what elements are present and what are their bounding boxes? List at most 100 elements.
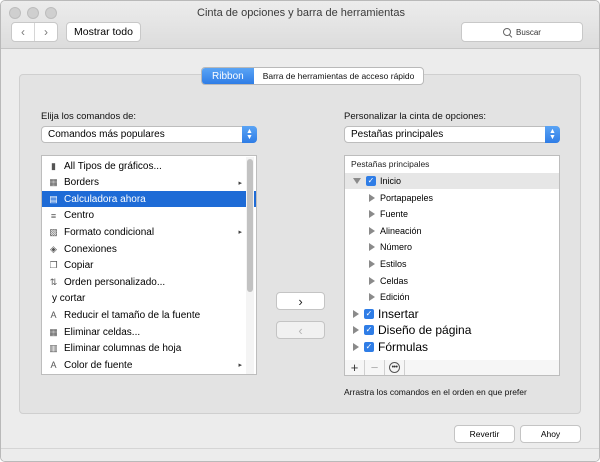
command-label: Orden personalizado...	[64, 276, 166, 288]
ribbon-group-item[interactable]: Edición	[345, 289, 559, 305]
command-item[interactable]: ⇅ Orden personalizado...	[42, 274, 256, 290]
expand-triangle-icon[interactable]	[353, 326, 359, 335]
tree-item-label: Celdas	[380, 275, 409, 286]
command-label: Centro	[64, 210, 95, 222]
show-all-button[interactable]: Mostrar todo	[66, 22, 141, 42]
tab-visibility-checkbox[interactable]: ✓	[366, 176, 376, 186]
customize-ribbon-label: Personalizar la cinta de opciones:	[344, 111, 487, 122]
window-title: Cinta de opciones y barra de herramienta…	[197, 7, 405, 19]
command-label: Eliminar columnas de hoja	[64, 343, 182, 355]
expand-triangle-icon[interactable]	[369, 276, 375, 285]
command-item[interactable]: ❐ Copiar	[42, 258, 256, 274]
sort-icon: ⇅	[49, 276, 58, 287]
collapse-triangle-icon[interactable]	[353, 178, 361, 184]
ribbon-tabs-value: Pestañas principales	[351, 129, 444, 140]
command-item[interactable]: ▮ All Tipos de gráficos...	[42, 158, 256, 174]
tree-item-label: Número	[380, 242, 413, 253]
more-options-button[interactable]: •••	[385, 360, 405, 375]
save-button[interactable]: Ahoy	[520, 425, 581, 443]
ribbon-group-item[interactable]: Alineación	[345, 223, 559, 239]
command-item[interactable]: ▤ Calculadora ahora	[42, 191, 256, 208]
command-item[interactable]: Font Size▸	[42, 374, 256, 375]
command-item[interactable]: ◈ Conexiones	[42, 241, 256, 257]
ribbon-group-item[interactable]: Fuente	[345, 206, 559, 222]
command-item[interactable]: ≡ Centro	[42, 208, 256, 224]
remove-command-button[interactable]: ‹	[276, 321, 325, 339]
tree-item-label: Insertar	[378, 306, 419, 321]
expand-triangle-icon[interactable]	[369, 210, 375, 219]
add-tab-button[interactable]: +	[345, 360, 365, 375]
delete-columns-icon: ▥	[49, 343, 58, 354]
title-bar: Cinta de opciones y barra de herramienta…	[1, 1, 599, 49]
command-label: All Tipos de gráficos...	[64, 160, 162, 172]
expand-triangle-icon[interactable]	[353, 343, 359, 351]
remove-tab-button[interactable]: −	[365, 360, 385, 375]
expand-triangle-icon[interactable]	[369, 226, 375, 235]
command-item[interactable]: A Color de fuente ▸	[42, 357, 256, 373]
align-center-icon: ≡	[50, 210, 57, 221]
command-item[interactable]: y cortar	[42, 291, 256, 307]
command-label: Formato condicional	[64, 226, 155, 238]
search-field[interactable]: Buscar	[461, 22, 583, 42]
command-item[interactable]: ▦ Borders ▸	[42, 175, 256, 191]
submenu-arrow-icon: ▸	[238, 362, 242, 370]
ribbon-tab-item[interactable]: ✓ Diseño de página	[345, 322, 559, 338]
command-label: Borders	[64, 177, 100, 189]
command-item[interactable]: A Reducir el tamaño de la fuente	[42, 307, 256, 323]
tab-quick-access-toolbar[interactable]: Barra de herramientas de acceso rápido	[254, 68, 424, 84]
expand-triangle-icon[interactable]	[369, 260, 375, 268]
tree-item-label: Fuente	[380, 209, 409, 220]
tab-visibility-checkbox[interactable]: ✓	[364, 342, 374, 352]
revert-button[interactable]: Revertir	[454, 425, 515, 443]
borders-icon: ▦	[49, 177, 58, 188]
preferences-window: Cinta de opciones y barra de herramienta…	[0, 0, 600, 462]
commands-source-value: Comandos más populares	[48, 129, 165, 140]
expand-triangle-icon[interactable]	[353, 309, 359, 318]
connections-icon: ◈	[50, 243, 57, 254]
expand-triangle-icon[interactable]	[369, 293, 375, 302]
ribbon-group-item[interactable]: Estilos	[345, 256, 559, 272]
ribbon-tab-item[interactable]: ✓ Insertar	[345, 306, 559, 322]
ribbon-group-item[interactable]: Celdas	[345, 273, 559, 289]
tree-item-label: Inicio	[380, 176, 402, 186]
command-label: y cortar	[52, 293, 86, 305]
nav-buttons: ‹ ›	[11, 22, 58, 42]
tree-item-label: Estilos	[380, 259, 407, 269]
command-item[interactable]: ▦ Eliminar celdas...	[42, 324, 256, 340]
back-button[interactable]: ‹	[12, 23, 34, 41]
search-placeholder: Buscar	[516, 27, 541, 37]
chart-icon: ▮	[51, 160, 56, 171]
tab-visibility-checkbox[interactable]: ✓	[364, 325, 374, 336]
command-label: Copiar	[64, 260, 94, 272]
command-label: Eliminar celdas...	[64, 326, 141, 338]
commands-list-scroll-thumb[interactable]	[247, 159, 253, 292]
tree-item-label: Alineación	[380, 225, 422, 236]
command-item[interactable]: ▧ Formato condicional ▸	[42, 224, 256, 240]
submenu-arrow-icon: ▸	[238, 179, 242, 187]
expand-triangle-icon[interactable]	[369, 193, 375, 202]
ribbon-tab-item[interactable]: ✓ Fórmulas	[345, 339, 559, 355]
tree-item-label: Edición	[380, 292, 410, 303]
tab-ribbon[interactable]: Ribbon	[202, 68, 254, 84]
ribbon-group-item[interactable]: Número	[345, 239, 559, 255]
commands-list[interactable]: ▮ All Tipos de gráficos... ▦ Borders ▸ ▤ Calcu…	[41, 155, 257, 375]
expand-triangle-icon[interactable]	[369, 243, 375, 252]
submenu-arrow-icon: ▸	[238, 229, 242, 237]
forward-button[interactable]: ›	[34, 23, 57, 41]
ribbon-tabs-select[interactable]: Pestañas principales ▲ ▼	[344, 126, 560, 143]
more-icon: •••	[389, 362, 400, 373]
tab-visibility-checkbox[interactable]: ✓	[364, 308, 374, 319]
ribbon-tabs-tree[interactable]: Pestañas principales ✓ Inicio Portapapeles…	[344, 155, 560, 361]
command-item[interactable]: ▥ Eliminar columnas de hoja	[42, 341, 256, 357]
ribbon-tab-item[interactable]: ✓ Inicio	[345, 173, 559, 189]
ribbon-group-item[interactable]: Portapapeles	[345, 190, 559, 206]
decrease-font-icon: A	[50, 310, 57, 321]
tree-item-label: Portapapeles	[380, 192, 434, 203]
choose-commands-label: Elija los comandos de:	[41, 111, 137, 122]
commands-list-scrollbar[interactable]	[246, 157, 254, 374]
font-color-icon: A	[50, 360, 57, 371]
add-command-button[interactable]: ›	[276, 292, 325, 310]
command-label: Calculadora ahora	[64, 193, 146, 205]
command-label: Reducir el tamaño de la fuente	[64, 309, 201, 321]
commands-source-select[interactable]: Comandos más populares ▲ ▼	[41, 126, 257, 143]
